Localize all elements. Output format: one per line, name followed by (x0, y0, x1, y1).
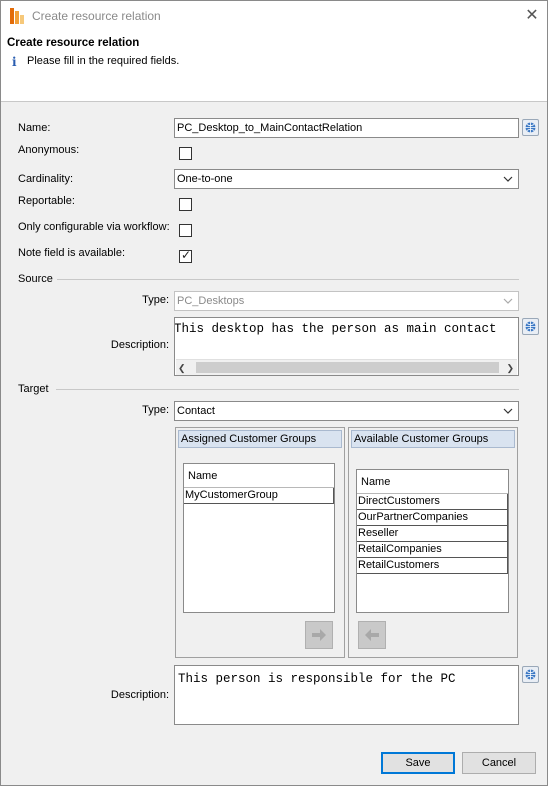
assigned-groups-title: Assigned Customer Groups (178, 430, 342, 448)
scroll-right-icon[interactable]: ❯ (506, 363, 514, 374)
source-section-label: Source (18, 273, 53, 285)
name-label: Name: (18, 122, 51, 134)
note-label: Note field is available: (18, 247, 126, 259)
scroll-thumb[interactable] (196, 362, 499, 373)
source-type-select: PC_Desktops (174, 291, 519, 311)
info-icon: i (12, 55, 17, 69)
list-item[interactable]: DirectCustomers (357, 494, 508, 510)
cancel-button[interactable]: Cancel (462, 752, 536, 774)
target-section-label: Target (18, 383, 49, 395)
source-type-label: Type: (142, 294, 169, 306)
anonymous-label: Anonymous: (18, 144, 80, 156)
assign-button[interactable] (305, 621, 333, 649)
source-description-text: This desktop has the person as main cont… (174, 322, 497, 336)
list-item[interactable]: MyCustomerGroup (184, 488, 334, 504)
check-icon: ✓ (181, 248, 192, 262)
workflow-label: Only configurable via workflow: (18, 221, 170, 233)
title-bar: Create resource relation ✕ (1, 1, 547, 31)
available-groups-list[interactable]: Name DirectCustomers OurPartnerCompanies R… (356, 469, 509, 613)
arrow-left-icon (365, 629, 379, 641)
list-item[interactable]: Reseller (357, 526, 508, 542)
save-button[interactable]: Save (381, 752, 455, 774)
target-description-textarea[interactable]: This person is responsible for the PC (174, 665, 519, 725)
target-type-label: Type: (142, 404, 169, 416)
scroll-left-icon[interactable]: ❮ (178, 363, 186, 374)
unassign-button[interactable] (358, 621, 386, 649)
horizontal-scrollbar[interactable]: ❮ ❯ (176, 359, 517, 375)
list-item[interactable]: RetailCompanies (357, 542, 508, 558)
source-description-label: Description: (110, 339, 169, 351)
workflow-checkbox[interactable] (179, 224, 192, 237)
available-groups-panel: Available Customer Groups Name DirectCus… (348, 427, 518, 658)
chevron-down-icon (503, 408, 513, 414)
header-title: Create resource relation (7, 37, 140, 49)
source-divider (57, 279, 519, 280)
name-input[interactable]: PC_Desktop_to_MainContactRelation (174, 118, 519, 138)
globe-icon[interactable] (522, 119, 539, 136)
available-column-header: Name (357, 470, 508, 494)
globe-icon[interactable] (522, 666, 539, 683)
cardinality-label: Cardinality: (18, 173, 74, 185)
dialog-window: Create resource relation ✕ Create resour… (0, 0, 548, 786)
dialog-header: Create resource relation i Please fill i… (1, 31, 547, 102)
list-item[interactable]: RetailCustomers (357, 558, 508, 574)
source-description-textarea[interactable]: This desktop has the person as main cont… (174, 317, 519, 376)
assigned-groups-panel: Assigned Customer Groups Name MyCustomer… (175, 427, 345, 658)
source-type-value: PC_Desktops (177, 295, 245, 307)
app-icon (10, 8, 24, 24)
list-item[interactable]: OurPartnerCompanies (357, 510, 508, 526)
target-divider (56, 389, 519, 390)
reportable-checkbox[interactable] (179, 198, 192, 211)
target-description-label: Description: (110, 689, 169, 701)
assigned-column-header: Name (184, 464, 334, 488)
chevron-down-icon (503, 176, 513, 182)
arrow-right-icon (312, 629, 326, 641)
cardinality-value: One-to-one (177, 173, 233, 185)
available-groups-title: Available Customer Groups (351, 430, 515, 448)
header-message: Please fill in the required fields. (27, 55, 180, 67)
target-type-value: Contact (177, 405, 215, 417)
target-type-select[interactable]: Contact (174, 401, 519, 421)
window-title: Create resource relation (32, 9, 161, 23)
target-description-text: This person is responsible for the PC (178, 672, 456, 686)
reportable-label: Reportable: (18, 195, 75, 207)
anonymous-checkbox[interactable] (179, 147, 192, 160)
dialog-content: Name: PC_Desktop_to_MainContactRelation … (1, 102, 547, 785)
cardinality-select[interactable]: One-to-one (174, 169, 519, 189)
close-icon[interactable]: ✕ (521, 5, 543, 27)
assigned-groups-list[interactable]: Name MyCustomerGroup (183, 463, 335, 613)
globe-icon[interactable] (522, 318, 539, 335)
note-checkbox[interactable]: ✓ (179, 248, 192, 263)
chevron-down-icon (503, 298, 513, 304)
